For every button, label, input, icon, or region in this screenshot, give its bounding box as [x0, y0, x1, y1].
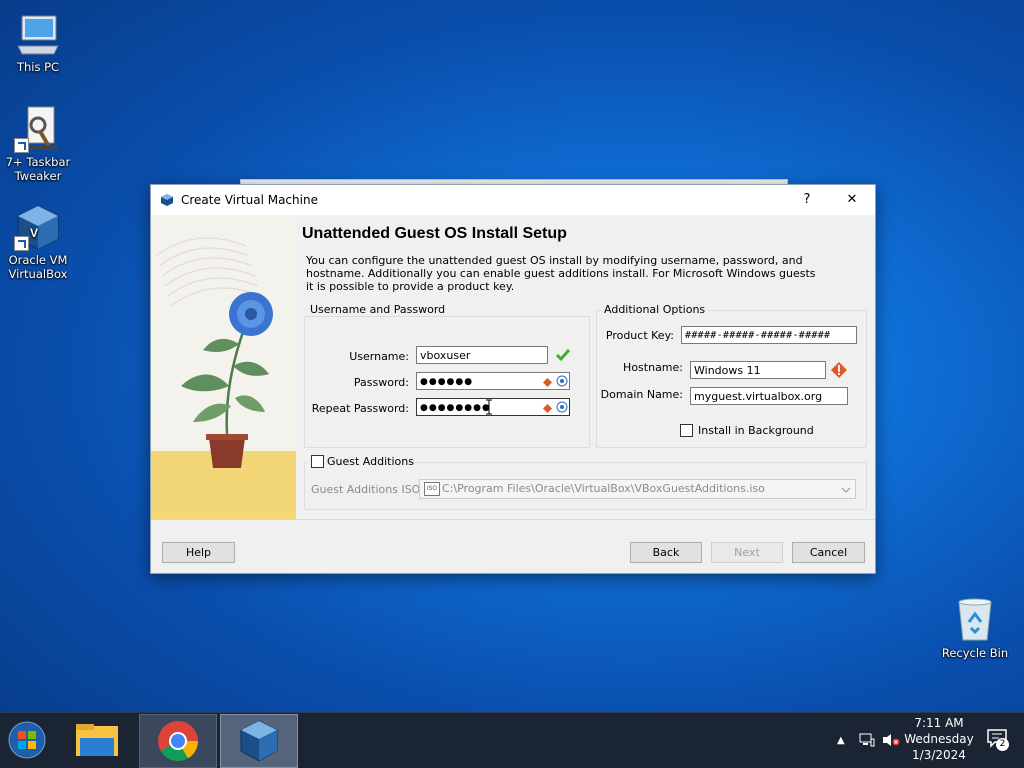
footer-divider	[151, 519, 875, 520]
shortcut-arrow-icon	[14, 138, 29, 153]
guest-additions-iso-select[interactable]: C:\Program Files\Oracle\VirtualBox\VBoxG…	[419, 479, 856, 499]
password-label: Password:	[353, 376, 409, 389]
product-key-field[interactable]: #####-#####-#####-#####	[681, 326, 857, 344]
repeat-password-label: Repeat Password:	[311, 402, 409, 415]
dialog-title: Create Virtual Machine	[181, 193, 318, 207]
network-icon[interactable]	[859, 733, 875, 750]
chevron-down-icon[interactable]	[841, 484, 851, 497]
warning-icon	[543, 403, 552, 416]
back-button[interactable]: Back	[630, 542, 702, 563]
wizard-illustration	[151, 216, 296, 519]
computer-icon	[14, 10, 62, 58]
install-in-background-label: Install in Background	[698, 424, 814, 437]
guest-additions-checkbox[interactable]	[311, 455, 324, 468]
virtualbox-icon	[240, 720, 278, 762]
taskbar-virtualbox[interactable]	[220, 714, 298, 768]
show-password-eye-icon[interactable]	[556, 401, 568, 416]
hostname-warning-icon	[831, 362, 847, 381]
additional-options-group-title: Additional Options	[601, 303, 709, 316]
iso-path-value: C:\Program Files\Oracle\VirtualBox\VBoxG…	[442, 482, 765, 495]
help-title-button[interactable]: ?	[785, 188, 829, 212]
username-field[interactable]: vboxuser	[416, 346, 548, 364]
action-center-icon[interactable]: 2	[987, 729, 1009, 752]
next-button[interactable]: Next	[711, 542, 783, 563]
clock-day: Wednesday	[904, 732, 974, 746]
close-button[interactable]: ✕	[830, 188, 874, 212]
hostname-label: Hostname:	[623, 361, 683, 374]
page-title: Unattended Guest OS Install Setup	[302, 225, 567, 242]
guest-additions-label: Guest Additions	[327, 455, 414, 468]
recycle-bin-icon	[951, 596, 999, 644]
desktop-icon-recycle-bin[interactable]: Recycle Bin	[937, 596, 1013, 660]
install-in-background-checkbox[interactable]	[680, 424, 693, 437]
text-cursor-icon	[486, 399, 492, 418]
domain-name-label: Domain Name:	[600, 388, 683, 401]
desktop-icon-label: Oracle VM VirtualBox	[8, 253, 68, 281]
domain-name-field[interactable]: myguest.virtualbox.org	[690, 387, 848, 405]
desktop-icon-label: 7+ Taskbar Tweaker	[5, 155, 71, 183]
clock-time: 7:11 AM	[914, 716, 964, 730]
desktop-icon-label: Recycle Bin	[941, 646, 1009, 660]
product-key-label: Product Key:	[605, 329, 674, 342]
guest-additions-iso-label: Guest Additions ISO:	[311, 483, 424, 496]
show-hidden-icons-chevron-icon[interactable]: ▲	[837, 735, 845, 746]
folder-icon	[76, 724, 118, 756]
clock[interactable]: 7:11 AM Wednesday 1/3/2024	[903, 715, 975, 763]
virtualbox-icon: V	[14, 203, 62, 251]
hostname-field[interactable]: Windows 11	[690, 361, 826, 379]
desktop-icon-taskbar-tweaker[interactable]: 7+ Taskbar Tweaker	[0, 105, 76, 183]
create-vm-dialog: Create Virtual Machine ? ✕ Unattended Gu…	[150, 184, 876, 574]
taskbar-tweaker-icon	[14, 105, 62, 153]
help-button[interactable]: Help	[162, 542, 235, 563]
shortcut-arrow-icon	[14, 236, 29, 251]
desktop-icon-virtualbox[interactable]: V Oracle VM VirtualBox	[0, 203, 76, 281]
warning-icon	[543, 377, 552, 390]
cancel-button[interactable]: Cancel	[792, 542, 865, 563]
clock-date: 1/3/2024	[912, 748, 966, 762]
iso-file-icon: ISO	[424, 482, 440, 496]
chrome-icon	[158, 721, 198, 761]
virtualbox-icon	[160, 193, 174, 210]
taskbar: ▲ 7:11 AM Wednesday 1/3/2024 2	[0, 712, 1024, 768]
desktop-icon-this-pc[interactable]: This PC	[0, 10, 76, 74]
start-button[interactable]	[8, 721, 46, 762]
valid-check-icon	[555, 347, 571, 366]
username-password-group-title: Username and Password	[307, 303, 449, 316]
dialog-titlebar[interactable]: Create Virtual Machine ? ✕	[151, 185, 875, 215]
svg-text:V: V	[30, 226, 38, 240]
volume-muted-icon[interactable]	[882, 733, 900, 750]
taskbar-file-explorer[interactable]	[58, 714, 136, 768]
desktop-icon-label: This PC	[16, 60, 60, 74]
username-label: Username:	[349, 350, 409, 363]
show-password-eye-icon[interactable]	[556, 375, 568, 390]
taskbar-chrome[interactable]	[139, 714, 217, 768]
page-description: You can configure the unattended guest O…	[306, 254, 816, 293]
notification-badge: 2	[996, 738, 1009, 751]
